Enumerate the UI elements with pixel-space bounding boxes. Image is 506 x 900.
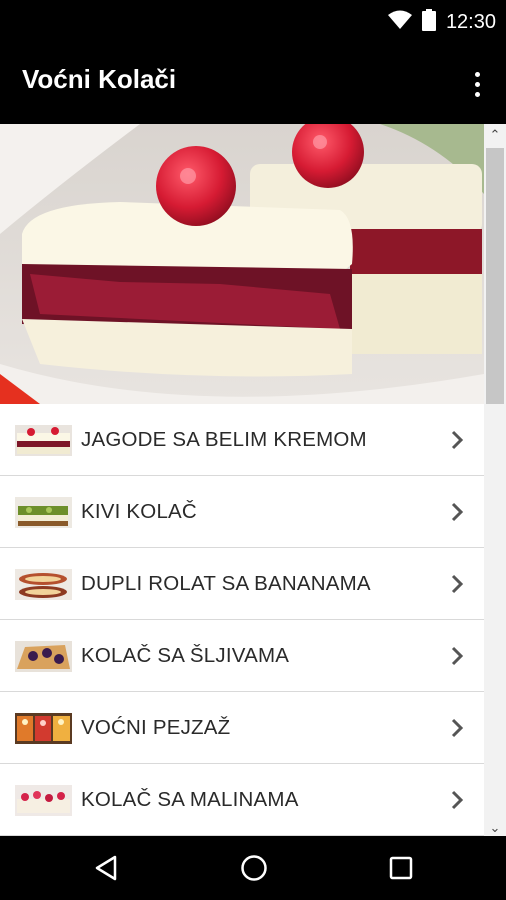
more-vert-icon[interactable] [462,64,492,104]
app-title: Voćni Kolači [22,64,177,94]
battery-icon [421,8,436,36]
list-item-label: JAGODE SA BELIM KREMOM [81,428,367,451]
scrollbar[interactable]: ⌃ ⌄ [484,124,506,836]
chevron-right-icon [448,572,466,596]
list-item-jagode-sa-belim-kremom[interactable]: JAGODE SA BELIM KREMOM [0,404,484,476]
chevron-right-icon [448,500,466,524]
banana-roll-thumbnail [15,569,72,600]
plum-cake-thumbnail [15,641,72,672]
content-area: ⌃ ⌄ JAGODE SA BELIM KREMOM KIVI KOLAČ DU… [0,124,506,836]
hero-image [0,124,484,404]
list-item-label: VOĆNI PEJZAŽ [81,716,231,739]
chevron-right-icon [448,716,466,740]
status-time: 12:30 [445,10,496,33]
strawberry-cream-cake-thumbnail [15,425,72,456]
recipe-list: JAGODE SA BELIM KREMOM KIVI KOLAČ DUPLI … [0,404,484,836]
home-icon[interactable] [234,850,274,886]
status-icons: 12:30 [387,8,496,36]
list-item-label: KOLAČ SA ŠLJIVAMA [81,644,290,667]
list-item-kolac-sa-sljivama[interactable]: KOLAČ SA ŠLJIVAMA [0,620,484,692]
list-item-label: KOLAČ SA MALINAMA [81,788,299,811]
chevron-right-icon [448,644,466,668]
list-item-kivi-kolac[interactable]: KIVI KOLAČ [0,476,484,548]
list-item-vocni-pejzaz[interactable]: VOĆNI PEJZAŽ [0,692,484,764]
scroll-down-icon[interactable]: ⌄ [484,820,506,836]
scroll-up-icon[interactable]: ⌃ [484,124,506,146]
list-item-dupli-rolat-sa-bananama[interactable]: DUPLI ROLAT SA BANANAMA [0,548,484,620]
chevron-right-icon [448,428,466,452]
status-bar: 12:30 [0,0,506,44]
back-icon[interactable] [86,850,126,886]
app-bar: Voćni Kolači [0,44,506,124]
list-item-label: KIVI KOLAČ [81,500,197,523]
fruit-landscape-thumbnail [15,713,72,744]
navigation-bar [0,836,506,900]
list-item-label: DUPLI ROLAT SA BANANAMA [81,572,371,595]
chevron-right-icon [448,788,466,812]
list-item-kolac-sa-malinama[interactable]: KOLAČ SA MALINAMA [0,764,484,836]
wifi-icon [387,10,412,35]
recents-icon[interactable] [381,850,421,886]
scrollbar-thumb[interactable] [486,148,504,404]
raspberry-cake-thumbnail [15,785,72,816]
kiwi-cake-thumbnail [15,497,72,528]
